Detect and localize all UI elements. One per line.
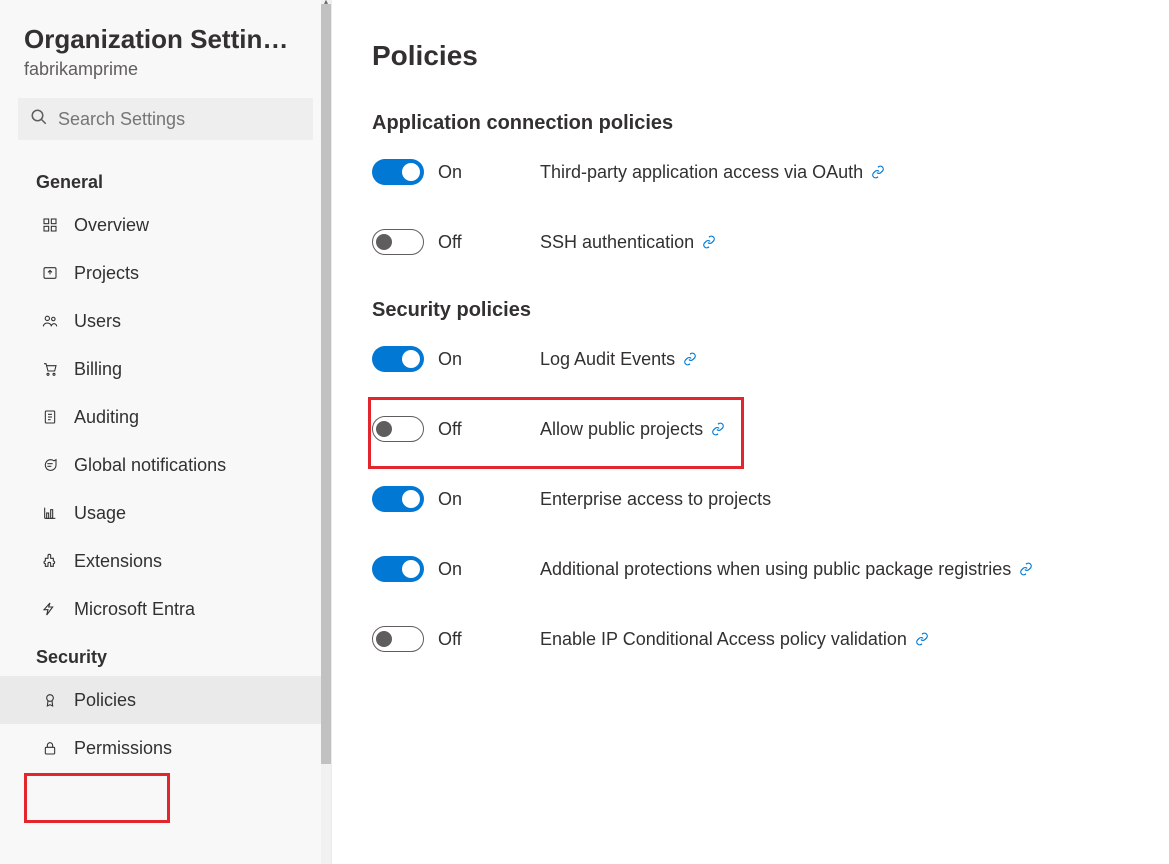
scrollbar-thumb[interactable] (321, 4, 331, 764)
toggle-state: Off (438, 232, 462, 253)
group-title-security-policies: Security policies (372, 299, 1129, 322)
toggle-public-projects[interactable] (372, 416, 424, 442)
sidebar-item-label: Usage (74, 503, 126, 524)
policy-label: Additional protections when using public… (540, 559, 1011, 580)
policy-row: On Log Audit Events (372, 346, 1129, 372)
page-title: Organization Settin… (0, 20, 331, 55)
puzzle-icon (40, 551, 60, 571)
sidebar-item-label: Projects (74, 263, 139, 284)
sidebar-item-users[interactable]: Users (0, 297, 331, 345)
sidebar-item-label: Users (74, 311, 121, 332)
sidebar: ▴ Organization Settin… fabrikamprime Gen… (0, 0, 332, 864)
chart-icon (40, 503, 60, 523)
policy-row: On Third-party application access via OA… (372, 159, 1129, 185)
sidebar-item-label: Auditing (74, 407, 139, 428)
sidebar-item-auditing[interactable]: Auditing (0, 393, 331, 441)
policy-label: Allow public projects (540, 419, 703, 440)
people-icon (40, 311, 60, 331)
policy-label: SSH authentication (540, 232, 694, 253)
upload-icon (40, 263, 60, 283)
policy-label: Third-party application access via OAuth (540, 162, 863, 183)
policy-row: On Additional protections when using pub… (372, 556, 1129, 582)
policy-row: Off Allow public projects (372, 416, 1129, 442)
sidebar-item-label: Overview (74, 215, 149, 236)
cart-icon (40, 359, 60, 379)
sidebar-item-microsoft-entra[interactable]: Microsoft Entra (0, 585, 331, 633)
entra-icon (40, 599, 60, 619)
sidebar-item-overview[interactable]: Overview (0, 201, 331, 249)
toggle-state: On (438, 559, 462, 580)
lock-icon (40, 738, 60, 758)
main-content: Policies Application connection policies… (332, 0, 1169, 864)
link-icon[interactable] (1019, 562, 1033, 576)
search-box[interactable] (18, 98, 313, 140)
toggle-ssh[interactable] (372, 229, 424, 255)
toggle-enterprise-access[interactable] (372, 486, 424, 512)
sidebar-item-label: Extensions (74, 551, 162, 572)
comment-icon (40, 455, 60, 475)
search-icon (30, 108, 48, 131)
policy-row: Off SSH authentication (372, 229, 1129, 255)
ribbon-icon (40, 690, 60, 710)
toggle-package-protections[interactable] (372, 556, 424, 582)
sidebar-item-label: Permissions (74, 738, 172, 759)
toggle-state: Off (438, 419, 462, 440)
policy-label: Enterprise access to projects (540, 489, 771, 510)
sidebar-item-permissions[interactable]: Permissions (0, 724, 331, 772)
group-title-application-connection: Application connection policies (372, 112, 1129, 135)
toggle-state: On (438, 489, 462, 510)
policy-label: Enable IP Conditional Access policy vali… (540, 629, 907, 650)
sidebar-item-label: Billing (74, 359, 122, 380)
sidebar-item-usage[interactable]: Usage (0, 489, 331, 537)
link-icon[interactable] (702, 235, 716, 249)
toggle-oauth[interactable] (372, 159, 424, 185)
link-icon[interactable] (915, 632, 929, 646)
toggle-state: Off (438, 629, 462, 650)
policy-row: On Enterprise access to projects (372, 486, 1129, 512)
policy-row: Off Enable IP Conditional Access policy … (372, 626, 1129, 652)
org-name: fabrikamprime (0, 55, 331, 98)
link-icon[interactable] (683, 352, 697, 366)
policy-label: Log Audit Events (540, 349, 675, 370)
sidebar-item-policies[interactable]: Policies (0, 676, 331, 724)
sidebar-item-billing[interactable]: Billing (0, 345, 331, 393)
sidebar-item-label: Global notifications (74, 455, 226, 476)
receipt-icon (40, 407, 60, 427)
link-icon[interactable] (711, 422, 725, 436)
sidebar-item-label: Microsoft Entra (74, 599, 195, 620)
sidebar-item-global-notifications[interactable]: Global notifications (0, 441, 331, 489)
sidebar-item-extensions[interactable]: Extensions (0, 537, 331, 585)
link-icon[interactable] (871, 165, 885, 179)
section-header-general: General (0, 158, 331, 201)
sidebar-item-label: Policies (74, 690, 136, 711)
toggle-state: On (438, 349, 462, 370)
grid-icon (40, 215, 60, 235)
content-title: Policies (372, 40, 1129, 72)
toggle-state: On (438, 162, 462, 183)
toggle-ip-conditional[interactable] (372, 626, 424, 652)
sidebar-item-projects[interactable]: Projects (0, 249, 331, 297)
toggle-audit[interactable] (372, 346, 424, 372)
section-header-security: Security (0, 633, 331, 676)
search-input[interactable] (58, 109, 301, 130)
